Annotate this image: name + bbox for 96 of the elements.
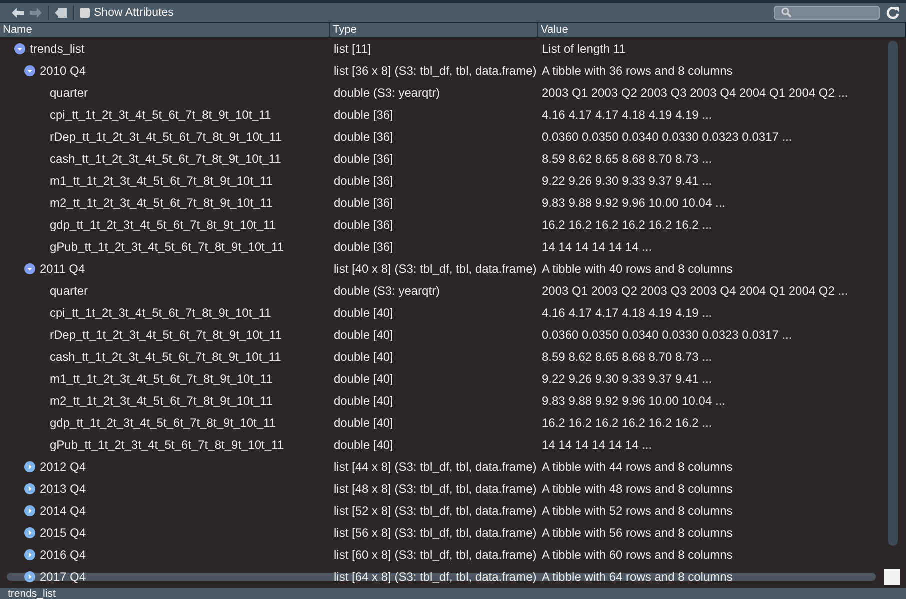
type-cell: list [11] (334, 42, 372, 56)
expand-icon[interactable] (24, 527, 36, 539)
variable-name: 2010 Q4 (40, 64, 86, 78)
type-cell: double [40] (334, 438, 394, 452)
variable-name: quarter (50, 284, 88, 298)
type-cell: double (S3: yearqtr) (334, 86, 440, 100)
type-cell: list [56 x 8] (S3: tbl_df, tbl, data.frame) (334, 526, 537, 540)
collapse-icon[interactable] (14, 43, 26, 55)
show-attributes-checkbox[interactable]: Show Attributes (80, 6, 174, 18)
value-cell: 0.0360 0.0350 0.0340 0.0330 0.0323 0.0317 ... (542, 130, 792, 144)
expand-icon[interactable] (24, 483, 36, 495)
type-cell: double [36] (334, 240, 394, 254)
scrollbar-corner (884, 569, 900, 585)
value-cell: 8.59 8.62 8.65 8.68 8.70 8.73 ... (542, 152, 712, 166)
column-header[interactable]: Value (538, 23, 906, 37)
type-cell: double [36] (334, 196, 394, 210)
value-cell: 2003 Q1 2003 Q2 2003 Q3 2003 Q4 2004 Q1 2004 Q2 ... (542, 284, 848, 298)
type-cell: list [64 x 8] (S3: tbl_df, tbl, data.frame) (334, 570, 537, 584)
status-text: trends_list (0, 588, 906, 599)
variable-name: 2012 Q4 (40, 460, 86, 474)
value-cell: 9.83 9.88 9.92 9.96 10.00 10.04 ... (542, 394, 726, 408)
value-cell: 4.16 4.17 4.17 4.18 4.19 4.19 ... (542, 306, 712, 320)
variable-name: gPub_tt_1t_2t_3t_4t_5t_6t_7t_8t_9t_10t_11 (50, 438, 284, 452)
type-cell: double [36] (334, 174, 394, 188)
type-cell: double [40] (334, 372, 394, 386)
type-cell: double [40] (334, 394, 394, 408)
variable-name: m2_tt_1t_2t_3t_4t_5t_6t_7t_8t_9t_10t_11 (50, 196, 273, 210)
value-cell: 0.0360 0.0350 0.0340 0.0330 0.0323 0.0317 ... (542, 328, 792, 342)
type-cell: list [44 x 8] (S3: tbl_df, tbl, data.frame) (334, 460, 537, 474)
variable-name: gPub_tt_1t_2t_3t_4t_5t_6t_7t_8t_9t_10t_11 (50, 240, 284, 254)
variable-name: m1_tt_1t_2t_3t_4t_5t_6t_7t_8t_9t_10t_11 (50, 174, 273, 188)
value-cell: 4.16 4.17 4.17 4.18 4.19 4.19 ... (542, 108, 712, 122)
type-cell: double [36] (334, 152, 394, 166)
variable-name: m2_tt_1t_2t_3t_4t_5t_6t_7t_8t_9t_10t_11 (50, 394, 273, 408)
variable-name: 2014 Q4 (40, 504, 86, 518)
variable-name: cash_tt_1t_2t_3t_4t_5t_6t_7t_8t_9t_10t_11 (50, 350, 282, 364)
variable-name: 2017 Q4 (40, 570, 86, 584)
variable-name: gdp_tt_1t_2t_3t_4t_5t_6t_7t_8t_9t_10t_11 (50, 218, 276, 232)
collapse-icon[interactable] (24, 65, 36, 77)
variable-name: quarter (50, 86, 88, 100)
value-cell: 9.83 9.88 9.92 9.96 10.00 10.04 ... (542, 196, 726, 210)
value-cell: 14 14 14 14 14 14 ... (542, 438, 652, 452)
value-cell: A tibble with 48 rows and 8 columns (542, 482, 733, 496)
variable-name: rDep_tt_1t_2t_3t_4t_5t_6t_7t_8t_9t_10t_11 (50, 130, 282, 144)
type-cell: list [52 x 8] (S3: tbl_df, tbl, data.frame) (334, 504, 537, 518)
back-icon[interactable] (12, 8, 24, 18)
value-cell: A tibble with 40 rows and 8 columns (542, 262, 733, 276)
expand-icon[interactable] (24, 461, 36, 473)
search-icon (781, 7, 792, 18)
vertical-scrollbar[interactable] (888, 41, 898, 546)
variable-name: rDep_tt_1t_2t_3t_4t_5t_6t_7t_8t_9t_10t_11 (50, 328, 282, 342)
value-cell: 2003 Q1 2003 Q2 2003 Q3 2003 Q4 2004 Q1 2004 Q2 ... (542, 86, 848, 100)
value-cell: 14 14 14 14 14 14 ... (542, 240, 652, 254)
collapse-icon[interactable] (24, 263, 36, 275)
variable-name: 2015 Q4 (40, 526, 86, 540)
type-cell: double (S3: yearqtr) (334, 284, 440, 298)
column-header[interactable]: Name (0, 23, 330, 37)
variable-name: gdp_tt_1t_2t_3t_4t_5t_6t_7t_8t_9t_10t_11 (50, 416, 276, 430)
value-cell: A tibble with 36 rows and 8 columns (542, 64, 733, 78)
value-cell: A tibble with 44 rows and 8 columns (542, 460, 733, 474)
type-cell: double [40] (334, 306, 394, 320)
value-cell: 16.2 16.2 16.2 16.2 16.2 16.2 ... (542, 218, 712, 232)
variable-name: trends_list (30, 42, 85, 56)
variable-name: 2013 Q4 (40, 482, 86, 496)
type-cell: double [40] (334, 416, 394, 430)
value-cell: 9.22 9.26 9.30 9.33 9.37 9.41 ... (542, 372, 712, 386)
type-cell: list [40 x 8] (S3: tbl_df, tbl, data.frame) (334, 262, 537, 276)
value-cell: A tibble with 52 rows and 8 columns (542, 504, 733, 518)
type-cell: list [48 x 8] (S3: tbl_df, tbl, data.frame) (334, 482, 537, 496)
variable-name: 2011 Q4 (40, 262, 86, 276)
type-cell: double [36] (334, 130, 394, 144)
type-cell: list [60 x 8] (S3: tbl_df, tbl, data.frame) (334, 548, 537, 562)
expand-icon[interactable] (24, 549, 36, 561)
value-cell: A tibble with 60 rows and 8 columns (542, 548, 733, 562)
value-cell: A tibble with 64 rows and 8 columns (542, 570, 733, 584)
variable-name: 2016 Q4 (40, 548, 86, 562)
column-header[interactable]: Type (330, 23, 538, 37)
expand-icon[interactable] (24, 571, 36, 583)
type-cell: double [40] (334, 350, 394, 364)
type-cell: double [40] (334, 328, 394, 342)
type-cell: double [36] (334, 108, 394, 122)
search-field[interactable] (774, 6, 880, 20)
variable-name: cash_tt_1t_2t_3t_4t_5t_6t_7t_8t_9t_10t_11 (50, 152, 282, 166)
window-icon[interactable] (55, 8, 67, 18)
value-cell: List of length 11 (542, 42, 626, 56)
value-cell: 9.22 9.26 9.30 9.33 9.37 9.41 ... (542, 174, 712, 188)
variable-name: m1_tt_1t_2t_3t_4t_5t_6t_7t_8t_9t_10t_11 (50, 372, 273, 386)
type-cell: list [36 x 8] (S3: tbl_df, tbl, data.frame) (334, 64, 537, 78)
variable-name: cpi_tt_1t_2t_3t_4t_5t_6t_7t_8t_9t_10t_11 (50, 108, 272, 122)
type-cell: double [36] (334, 218, 394, 232)
variable-name: cpi_tt_1t_2t_3t_4t_5t_6t_7t_8t_9t_10t_11 (50, 306, 272, 320)
value-cell: A tibble with 56 rows and 8 columns (542, 526, 733, 540)
expand-icon[interactable] (24, 505, 36, 517)
value-cell: 8.59 8.62 8.65 8.68 8.70 8.73 ... (542, 350, 712, 364)
refresh-icon[interactable] (886, 6, 900, 20)
value-cell: 16.2 16.2 16.2 16.2 16.2 16.2 ... (542, 416, 712, 430)
